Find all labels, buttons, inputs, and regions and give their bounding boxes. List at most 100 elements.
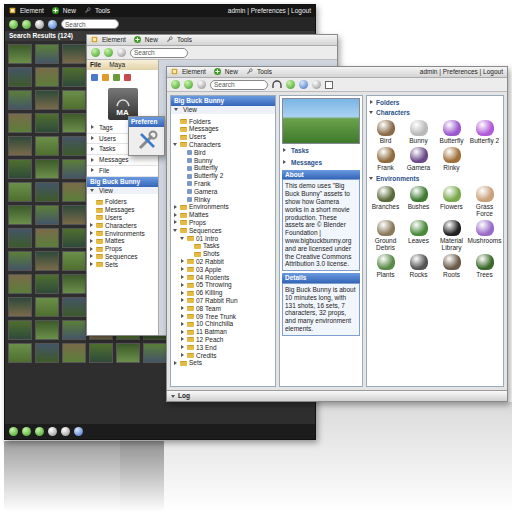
menu-item[interactable]: Tools bbox=[246, 68, 272, 76]
section-label[interactable]: Tasks bbox=[99, 145, 116, 153]
menu-item[interactable]: New bbox=[134, 36, 158, 44]
asset-thumbnail[interactable] bbox=[410, 254, 428, 270]
tree-item[interactable]: Mattes bbox=[87, 237, 158, 245]
tree-item[interactable]: Mattes bbox=[171, 211, 275, 219]
menu-item[interactable]: Element bbox=[9, 7, 44, 15]
tree-label[interactable]: 10 Chinchilla bbox=[196, 320, 233, 328]
asset-thumbnail[interactable] bbox=[377, 254, 395, 270]
asset-item[interactable]: Flowers bbox=[435, 186, 468, 217]
menu-label[interactable]: Tools bbox=[177, 36, 192, 44]
photo-thumbnail[interactable] bbox=[62, 159, 86, 179]
section-label[interactable]: Tags bbox=[99, 124, 113, 132]
expander-icon[interactable] bbox=[180, 267, 185, 272]
asset-label[interactable]: Gamera bbox=[407, 164, 430, 171]
expander-icon[interactable] bbox=[180, 345, 185, 350]
tree-label[interactable]: Characters bbox=[189, 141, 221, 149]
menu-item[interactable]: Tools bbox=[166, 36, 192, 44]
asset-thumbnail[interactable] bbox=[377, 186, 395, 202]
section-label[interactable]: Users bbox=[99, 135, 116, 143]
photo-thumbnail[interactable] bbox=[62, 251, 86, 271]
tree-label[interactable]: Sets bbox=[189, 359, 202, 367]
tree-item[interactable]: 12 Peach bbox=[171, 336, 275, 344]
asset-label[interactable]: Frank bbox=[377, 164, 394, 171]
expander-icon[interactable] bbox=[180, 306, 185, 311]
expander-icon[interactable] bbox=[282, 148, 287, 153]
user-links[interactable]: admin | Preferences | Logout bbox=[228, 7, 311, 15]
search-field[interactable] bbox=[61, 19, 119, 29]
project-window[interactable]: ElementNewToolsadmin | Preferences | Log… bbox=[166, 66, 508, 402]
expander-icon[interactable] bbox=[180, 283, 185, 288]
tree-item[interactable]: Bird bbox=[171, 149, 275, 157]
photo-thumbnail[interactable] bbox=[35, 136, 59, 156]
asset-thumbnail[interactable] bbox=[443, 120, 461, 136]
photo-thumbnail[interactable] bbox=[89, 343, 113, 363]
asset-label[interactable]: Rinky bbox=[443, 164, 459, 171]
headphones-icon[interactable] bbox=[272, 80, 282, 89]
tree-label[interactable]: Folders bbox=[105, 198, 127, 206]
tree-item[interactable]: Rinky bbox=[171, 196, 275, 204]
group-title[interactable]: Characters bbox=[376, 109, 410, 117]
menu-label[interactable]: Element bbox=[182, 68, 206, 76]
round-button-icon[interactable] bbox=[9, 427, 18, 436]
photo-thumbnail[interactable] bbox=[35, 274, 59, 294]
expander-icon[interactable] bbox=[173, 205, 178, 210]
photo-thumbnail[interactable] bbox=[62, 297, 86, 317]
photo-thumbnail[interactable] bbox=[62, 136, 86, 156]
expander-icon[interactable] bbox=[369, 176, 374, 181]
search-field[interactable] bbox=[210, 80, 268, 90]
asset-thumbnail[interactable] bbox=[410, 120, 428, 136]
expander-icon[interactable] bbox=[89, 239, 94, 244]
asset-thumbnail[interactable] bbox=[443, 147, 461, 163]
asset-item[interactable]: Rinky bbox=[435, 147, 468, 171]
section-title[interactable]: Tasks bbox=[291, 147, 309, 155]
asset-thumbnail[interactable] bbox=[377, 220, 395, 236]
round-button-icon[interactable] bbox=[184, 80, 193, 89]
asset-item[interactable]: Bunny bbox=[402, 120, 435, 144]
tree-item[interactable]: Butterfly bbox=[171, 164, 275, 172]
tree-label[interactable]: 07 Rabbit Run bbox=[196, 297, 238, 305]
photo-thumbnail[interactable] bbox=[8, 343, 32, 363]
asset-thumbnail[interactable] bbox=[443, 186, 461, 202]
group-title[interactable]: Environments bbox=[376, 175, 419, 183]
round-button-icon[interactable] bbox=[299, 80, 308, 89]
tree-label[interactable]: Props bbox=[105, 245, 122, 253]
asset-label[interactable]: Ground Debris bbox=[369, 237, 402, 251]
action-icon[interactable] bbox=[124, 74, 131, 81]
tree-item[interactable]: Messages bbox=[87, 206, 158, 214]
photo-thumbnail[interactable] bbox=[8, 251, 32, 271]
photo-thumbnail[interactable] bbox=[8, 113, 32, 133]
expander-icon[interactable] bbox=[171, 394, 176, 399]
view-label[interactable]: View bbox=[183, 106, 197, 114]
group-header[interactable]: Environments bbox=[369, 174, 501, 184]
photo-thumbnail[interactable] bbox=[35, 343, 59, 363]
round-button-icon[interactable] bbox=[48, 20, 57, 29]
tree-item[interactable]: 11 Batman bbox=[171, 328, 275, 336]
tree-item[interactable]: Frank bbox=[171, 180, 275, 188]
expander-icon[interactable] bbox=[90, 136, 95, 141]
tree-item[interactable]: 10 Chinchilla bbox=[171, 320, 275, 328]
expander-icon[interactable] bbox=[180, 298, 185, 303]
menu-item[interactable]: Element bbox=[91, 36, 126, 44]
asset-label[interactable]: Mushrooms bbox=[468, 237, 502, 244]
menu-label[interactable]: Tools bbox=[257, 68, 272, 76]
photo-thumbnail[interactable] bbox=[62, 274, 86, 294]
preferences-dialog[interactable]: Preferen bbox=[128, 116, 165, 156]
tree-item[interactable]: 06 Killing bbox=[171, 289, 275, 297]
tree-label[interactable]: 01 Intro bbox=[196, 235, 218, 243]
log-bar[interactable]: Log bbox=[167, 390, 507, 401]
photo-thumbnail[interactable] bbox=[62, 44, 86, 64]
section-row[interactable]: Messages bbox=[87, 155, 158, 166]
tree-label[interactable]: Frank bbox=[194, 180, 211, 188]
expander-icon[interactable] bbox=[89, 262, 94, 267]
tree-item[interactable]: Folders bbox=[87, 198, 158, 206]
tree-label[interactable]: Butterfly 2 bbox=[194, 172, 223, 180]
menu-label[interactable]: Element bbox=[20, 7, 44, 15]
round-button-icon[interactable] bbox=[35, 427, 44, 436]
expander-icon[interactable] bbox=[282, 160, 287, 165]
window-icon[interactable] bbox=[325, 81, 333, 89]
tree-label[interactable]: Sequences bbox=[105, 253, 138, 261]
photo-thumbnail[interactable] bbox=[8, 297, 32, 317]
round-button-icon[interactable] bbox=[171, 80, 180, 89]
photo-thumbnail[interactable] bbox=[8, 274, 32, 294]
expander-icon[interactable] bbox=[180, 291, 185, 296]
